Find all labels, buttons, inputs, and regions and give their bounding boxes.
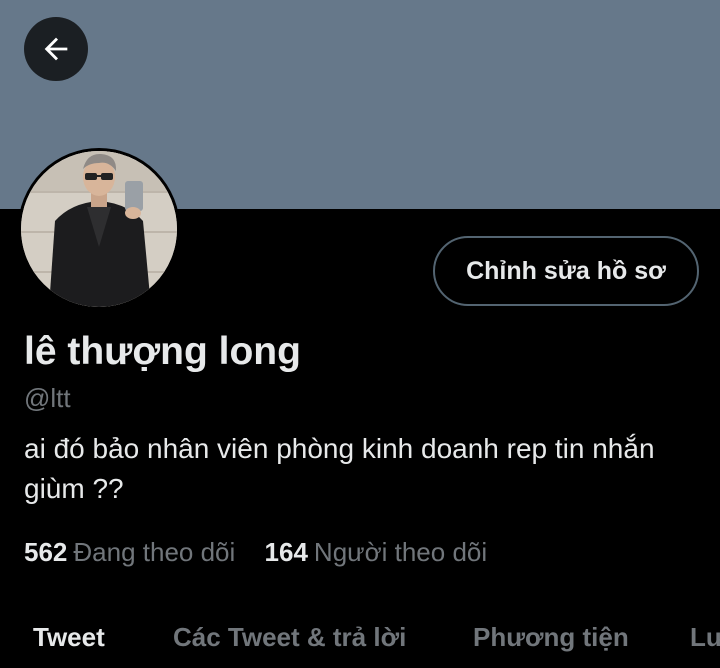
followers-stat[interactable]: 164 Người theo dõi — [265, 537, 488, 568]
follow-stats: 562 Đang theo dõi 164 Người theo dõi — [24, 537, 509, 568]
display-name: lê thượng long — [24, 330, 301, 373]
avatar-photo — [21, 151, 177, 307]
profile-tabs: Tweet Các Tweet & trả lời Phương tiện Lư… — [0, 614, 720, 668]
tab-media[interactable]: Phương tiện — [473, 622, 629, 653]
followers-label: Người theo dõi — [313, 537, 488, 567]
tab-likes[interactable]: Lượt thích — [690, 622, 720, 653]
tab-tweets-and-replies[interactable]: Các Tweet & trả lời — [173, 622, 406, 653]
followers-count: 164 — [264, 537, 308, 567]
user-handle: @ltt — [24, 383, 71, 413]
profile-bio: ai đó bảo nhân viên phòng kinh doanh rep… — [24, 433, 655, 504]
following-label: Đang theo dõi — [73, 537, 236, 567]
tab-tweets[interactable]: Tweet — [33, 622, 105, 653]
arrow-left-icon — [44, 37, 68, 61]
back-button[interactable] — [24, 17, 88, 81]
following-count: 562 — [24, 537, 68, 567]
following-stat[interactable]: 562 Đang theo dõi — [24, 537, 235, 568]
avatar[interactable] — [18, 148, 180, 310]
edit-profile-button[interactable]: Chỉnh sửa hồ sơ — [433, 236, 699, 306]
